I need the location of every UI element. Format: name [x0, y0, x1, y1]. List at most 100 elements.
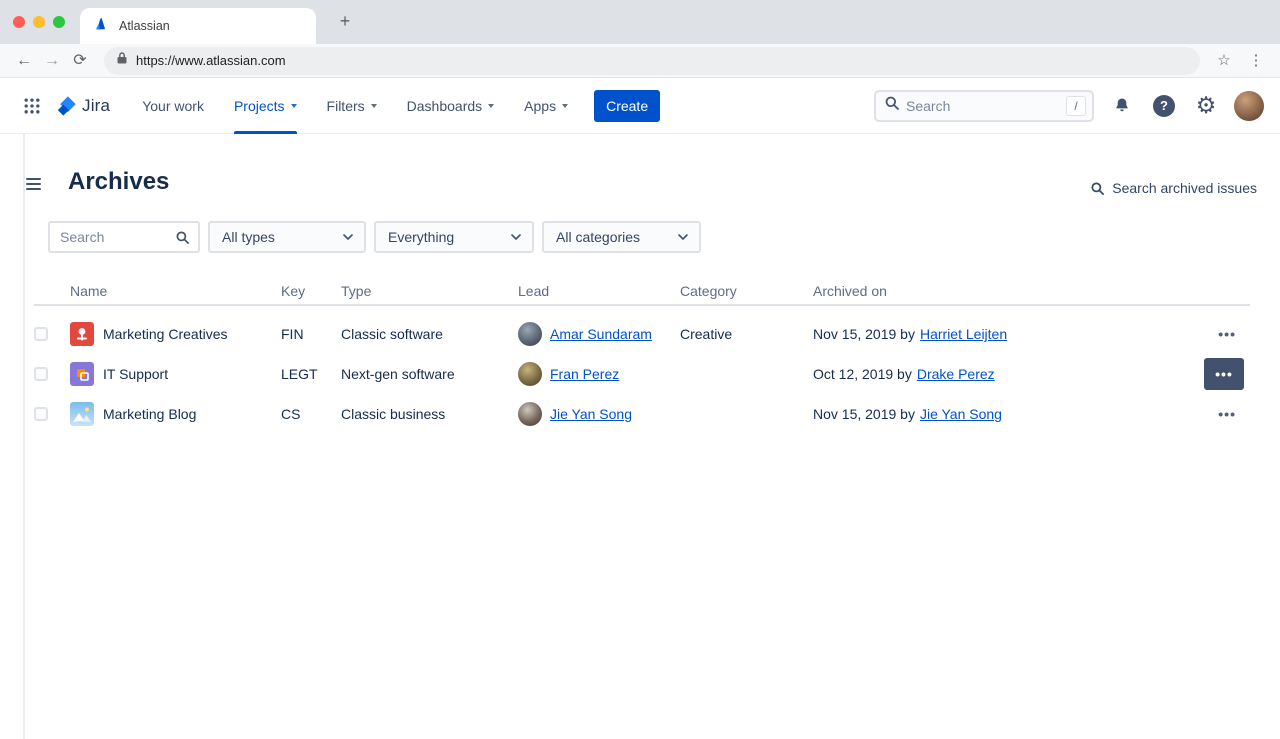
row-checkbox[interactable] [34, 367, 48, 381]
lead-link[interactable]: Amar Sundaram [550, 326, 652, 342]
nav-item-label: Filters [327, 98, 365, 114]
jira-logo[interactable]: Jira [56, 94, 110, 118]
project-key: CS [281, 406, 341, 422]
sidebar-expand-icon[interactable] [26, 175, 41, 193]
project-type: Classic software [341, 326, 518, 342]
help-question-glyph: ? [1153, 95, 1175, 117]
project-type: Next-gen software [341, 366, 518, 382]
create-button[interactable]: Create [594, 90, 660, 122]
table-row: Marketing Blog CS Classic business Jie Y… [34, 394, 1250, 434]
chevron-down-icon [488, 104, 494, 108]
notifications-bell-icon[interactable] [1108, 92, 1136, 120]
project-category: Creative [680, 326, 813, 342]
search-icon [1090, 181, 1105, 196]
more-actions-button[interactable]: ••• [1210, 398, 1244, 430]
header-lead: Lead [518, 283, 680, 299]
lead-avatar [518, 402, 542, 426]
search-shortcut-badge: / [1066, 96, 1086, 116]
project-avatar-icon [70, 322, 94, 346]
archived-by-link[interactable]: Jie Yan Song [920, 406, 1002, 422]
categories-filter-value: All categories [556, 229, 640, 245]
row-checkbox[interactable] [34, 407, 48, 421]
archived-by-link[interactable]: Drake Perez [917, 366, 995, 382]
zoom-window-button[interactable] [53, 16, 65, 28]
browser-menu-icon[interactable]: ⋮ [1242, 47, 1270, 75]
bookmark-star-icon[interactable]: ☆ [1210, 47, 1238, 75]
categories-filter-dropdown[interactable]: All categories [542, 221, 701, 253]
archives-page: Archives Search archived issues All type… [0, 134, 1280, 739]
collapsed-sidebar [0, 134, 25, 739]
chevron-down-icon [508, 229, 524, 245]
project-key: LEGT [281, 366, 341, 382]
lead-avatar [518, 322, 542, 346]
archived-by-link[interactable]: Harriet Leijten [920, 326, 1007, 342]
nav-item-your-work[interactable]: Your work [142, 78, 204, 134]
refresh-icon[interactable]: ⟳ [66, 47, 94, 75]
close-window-button[interactable] [13, 16, 25, 28]
lead-avatar [518, 362, 542, 386]
row-checkbox[interactable] [34, 327, 48, 341]
lock-icon [116, 51, 128, 70]
toolbar-right: ☆ ⋮ [1210, 47, 1270, 75]
archived-projects-table: Name Key Type Lead Category Archived on [34, 278, 1250, 434]
browser-tab-strip: Atlassian + [0, 0, 1280, 44]
types-filter-value: All types [222, 229, 275, 245]
jira-logo-text: Jira [82, 96, 110, 116]
header-archived-on: Archived on [813, 283, 1184, 299]
archived-date: Nov 15, 2019 by [813, 406, 915, 422]
scope-filter-dropdown[interactable]: Everything [374, 221, 534, 253]
settings-gear-icon[interactable]: ⚙ [1192, 92, 1220, 120]
archived-date: Oct 12, 2019 by [813, 366, 912, 382]
global-search[interactable]: / [874, 90, 1094, 122]
header-type: Type [341, 283, 518, 299]
minimize-window-button[interactable] [33, 16, 45, 28]
help-icon[interactable]: ? [1150, 92, 1178, 120]
search-icon [175, 230, 190, 245]
project-name[interactable]: IT Support [103, 366, 168, 382]
more-actions-button[interactable]: ••• [1210, 318, 1244, 350]
nav-item-label: Projects [234, 98, 285, 114]
project-name[interactable]: Marketing Blog [103, 406, 196, 422]
lead-link[interactable]: Jie Yan Song [550, 406, 632, 422]
chevron-down-icon [340, 229, 356, 245]
project-type: Classic business [341, 406, 518, 422]
nav-item-apps[interactable]: Apps [524, 78, 568, 134]
scope-filter-value: Everything [388, 229, 454, 245]
filter-search-input[interactable] [60, 229, 169, 245]
address-bar[interactable]: https://www.atlassian.com [104, 47, 1200, 75]
chevron-down-icon [291, 104, 297, 108]
global-search-input[interactable] [906, 98, 1060, 114]
tab-title: Atlassian [119, 19, 170, 33]
new-tab-button[interactable]: + [332, 9, 358, 35]
nav-item-label: Your work [142, 98, 204, 114]
table-row: IT Support LEGT Next-gen software Fran P… [34, 354, 1250, 394]
table-body: Marketing Creatives FIN Classic software… [34, 306, 1250, 434]
nav-item-projects[interactable]: Projects [234, 78, 297, 134]
browser-tab[interactable]: Atlassian [80, 8, 316, 44]
page-title: Archives [68, 168, 169, 196]
lead-link[interactable]: Fran Perez [550, 366, 619, 382]
jira-nav-items: Your work Projects Filters Dashboards Ap… [142, 78, 568, 134]
nav-item-dashboards[interactable]: Dashboards [407, 78, 495, 134]
back-icon[interactable]: ← [10, 47, 38, 75]
header-category: Category [680, 283, 813, 299]
navbar-right: / ? ⚙ [874, 90, 1264, 122]
jira-logo-icon [56, 94, 78, 118]
forward-icon[interactable]: → [38, 47, 66, 75]
project-name[interactable]: Marketing Creatives [103, 326, 228, 342]
more-actions-button[interactable]: ••• [1204, 358, 1244, 390]
chevron-down-icon [562, 104, 568, 108]
search-icon [884, 95, 900, 116]
chevron-down-icon [371, 104, 377, 108]
nav-item-filters[interactable]: Filters [327, 78, 377, 134]
header-name: Name [70, 283, 281, 299]
filter-search-box[interactable] [48, 221, 200, 253]
types-filter-dropdown[interactable]: All types [208, 221, 366, 253]
search-archived-issues-label: Search archived issues [1112, 180, 1257, 196]
user-avatar[interactable] [1234, 91, 1264, 121]
search-archived-issues-link[interactable]: Search archived issues [1090, 180, 1257, 196]
filter-bar: All types Everything All categories [48, 221, 701, 253]
nav-item-label: Dashboards [407, 98, 483, 114]
app-switcher-icon[interactable] [16, 90, 48, 122]
jira-navbar: Jira Your work Projects Filters Dashboar… [0, 78, 1280, 134]
